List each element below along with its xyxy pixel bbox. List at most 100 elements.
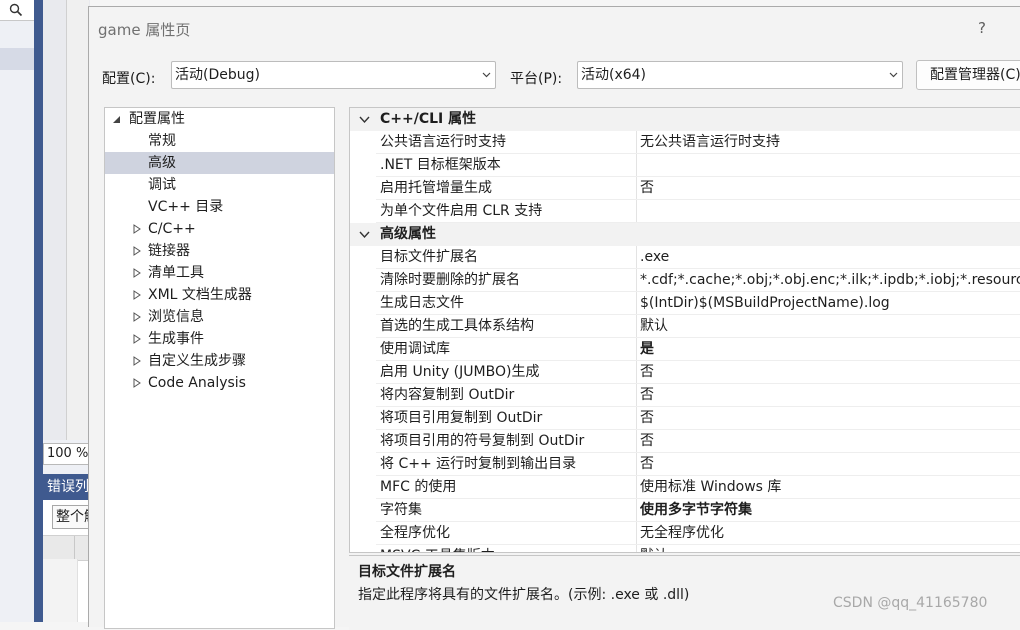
error-list-title: 错误列表 [43, 474, 90, 500]
property-name: 启用 Unity (JUMBO)生成 [380, 364, 540, 380]
property-value[interactable]: 否 [640, 177, 654, 200]
property-name: 目标文件扩展名 [380, 249, 478, 265]
description-title: 目标文件扩展名 [358, 564, 456, 580]
property-row[interactable]: 启用托管增量生成 否 [376, 177, 1020, 200]
property-name: 将内容复制到 OutDir [380, 387, 515, 403]
tree-item[interactable]: 生成事件 [105, 328, 334, 350]
property-row[interactable]: 为单个文件启用 CLR 支持 [376, 200, 1020, 223]
property-name: MFC 的使用 [380, 479, 457, 495]
property-row[interactable]: 生成日志文件 $(IntDir)$(MSBuildProjectName).log [376, 292, 1020, 315]
ide-side-bar [34, 0, 43, 622]
property-name: 公共语言运行时支持 [380, 134, 506, 150]
tree-item-label: 清单工具 [148, 265, 204, 281]
property-value[interactable]: .exe [640, 246, 669, 269]
triangle-collapsed-icon[interactable] [133, 224, 141, 234]
triangle-collapsed-icon[interactable] [133, 268, 141, 278]
chevron-down-icon [482, 72, 491, 78]
triangle-collapsed-icon[interactable] [133, 378, 141, 388]
property-row[interactable]: 清除时要删除的扩展名 *.cdf;*.cache;*.obj;*.obj.enc;… [376, 269, 1020, 292]
triangle-collapsed-icon[interactable] [133, 246, 141, 256]
tree-item[interactable]: 调试 [105, 174, 334, 196]
tree-item[interactable]: 链接器 [105, 240, 334, 262]
chevron-down-icon [889, 72, 898, 78]
property-value[interactable]: 无公共语言运行时支持 [640, 131, 780, 154]
category-title: C++/CLI 属性 [380, 111, 477, 127]
property-name: 生成日志文件 [380, 295, 464, 311]
property-name: MSVC 工具集版本 [380, 545, 495, 552]
property-name: 将 C++ 运行时复制到输出目录 [380, 456, 577, 472]
tree-item[interactable]: 高级 [105, 152, 334, 174]
property-row[interactable]: .NET 目标框架版本 [376, 154, 1020, 177]
property-name: 将项目引用的符号复制到 OutDir [380, 433, 585, 449]
property-pages-dialog: game 属性页 ? 配置(C): 活动(Debug) 平台(P): 活动(x6… [88, 6, 1020, 630]
property-value[interactable]: 否 [640, 453, 654, 476]
property-name: 首选的生成工具体系结构 [380, 318, 534, 334]
property-row[interactable]: 使用调试库 是 [376, 338, 1020, 361]
config-combo[interactable]: 活动(Debug) [171, 61, 496, 89]
tree-item[interactable]: 常规 [105, 130, 334, 152]
property-tree: 配置属性 常规 高级 调试 VC++ 目录 C/C++ 链接器清单工具 XML 文档生成器浏… [104, 107, 335, 629]
dialog-title: game 属性页 [98, 21, 191, 39]
property-name: 全程序优化 [380, 525, 450, 541]
property-value[interactable]: 使用标准 Windows 库 [640, 476, 781, 499]
property-value[interactable]: 默认 [640, 315, 668, 338]
property-value[interactable]: 否 [640, 430, 654, 453]
config-manager-button[interactable]: 配置管理器(C)... [916, 60, 1020, 90]
chevron-down-icon[interactable] [359, 116, 370, 124]
triangle-expanded-icon[interactable] [113, 115, 121, 125]
tree-item[interactable]: 清单工具 [105, 262, 334, 284]
tree-item[interactable]: C/C++ [105, 218, 334, 240]
property-row[interactable]: 将项目引用的符号复制到 OutDir 否 [376, 430, 1020, 453]
tree-item[interactable]: Code Analysis [105, 372, 334, 394]
triangle-collapsed-icon[interactable] [133, 334, 141, 344]
property-row[interactable]: 公共语言运行时支持 无公共语言运行时支持 [376, 131, 1020, 154]
triangle-collapsed-icon[interactable] [133, 290, 141, 300]
property-row[interactable]: 启用 Unity (JUMBO)生成 否 [376, 361, 1020, 384]
tree-item[interactable]: XML 文档生成器 [105, 284, 334, 306]
ide-search-box[interactable] [0, 0, 34, 21]
property-value[interactable]: 使用多字节字符集 [640, 499, 752, 522]
property-row[interactable]: 将项目引用复制到 OutDir 否 [376, 407, 1020, 430]
property-row[interactable]: MSVC 工具集版本 默认 [376, 545, 1020, 552]
triangle-collapsed-icon[interactable] [133, 312, 141, 322]
tree-item[interactable]: 浏览信息 [105, 306, 334, 328]
tree-item-label: VC++ 目录 [148, 199, 224, 215]
property-row[interactable]: 将 C++ 运行时复制到输出目录 否 [376, 453, 1020, 476]
tree-root[interactable]: 配置属性 [105, 108, 334, 130]
tree-item[interactable]: 自定义生成步骤 [105, 350, 334, 372]
category-title: 高级属性 [380, 226, 436, 242]
watermark: CSDN @qq_41165780 [833, 595, 988, 611]
property-value[interactable]: 无全程序优化 [640, 522, 724, 545]
property-value[interactable]: 默认 [640, 545, 668, 552]
property-row[interactable]: 字符集 使用多字节字符集 [376, 499, 1020, 522]
ide-editor-area [66, 0, 89, 440]
category-header[interactable]: C++/CLI 属性 [350, 108, 1020, 131]
tree-item-label: Code Analysis [148, 375, 246, 391]
property-value[interactable]: *.cdf;*.cache;*.obj;*.obj.enc;*.ilk;*.ip… [640, 269, 1020, 292]
property-value[interactable]: $(IntDir)$(MSBuildProjectName).log [640, 292, 890, 315]
property-value[interactable]: 否 [640, 361, 654, 384]
zoom-level[interactable]: 100 % [43, 443, 90, 465]
property-name: .NET 目标框架版本 [380, 157, 501, 173]
chevron-down-icon[interactable] [359, 231, 370, 239]
search-icon[interactable] [0, 0, 32, 20]
property-grid: C++/CLI 属性公共语言运行时支持 无公共语言运行时支持 .NET 目标框架版本… [349, 107, 1020, 553]
property-value[interactable]: 是 [640, 338, 654, 361]
config-value: 活动(Debug) [175, 67, 260, 83]
property-value[interactable]: 否 [640, 384, 654, 407]
help-button[interactable]: ? [978, 19, 986, 37]
property-row[interactable]: 首选的生成工具体系结构 默认 [376, 315, 1020, 338]
property-value[interactable]: 否 [640, 407, 654, 430]
tree-item-label: 链接器 [148, 243, 190, 259]
property-name: 启用托管增量生成 [380, 180, 492, 196]
category-header[interactable]: 高级属性 [350, 223, 1020, 246]
error-scope-combo[interactable]: 整个解决方案 [52, 505, 92, 529]
platform-combo[interactable]: 活动(x64) [577, 61, 903, 89]
property-row[interactable]: 将内容复制到 OutDir 否 [376, 384, 1020, 407]
triangle-collapsed-icon[interactable] [133, 356, 141, 366]
description-panel: 目标文件扩展名 指定此程序将具有的文件扩展名。(示例: .exe 或 .dll) [349, 555, 1020, 630]
property-row[interactable]: 全程序优化 无全程序优化 [376, 522, 1020, 545]
property-row[interactable]: 目标文件扩展名 .exe [376, 246, 1020, 269]
property-row[interactable]: MFC 的使用 使用标准 Windows 库 [376, 476, 1020, 499]
tree-item[interactable]: VC++ 目录 [105, 196, 334, 218]
